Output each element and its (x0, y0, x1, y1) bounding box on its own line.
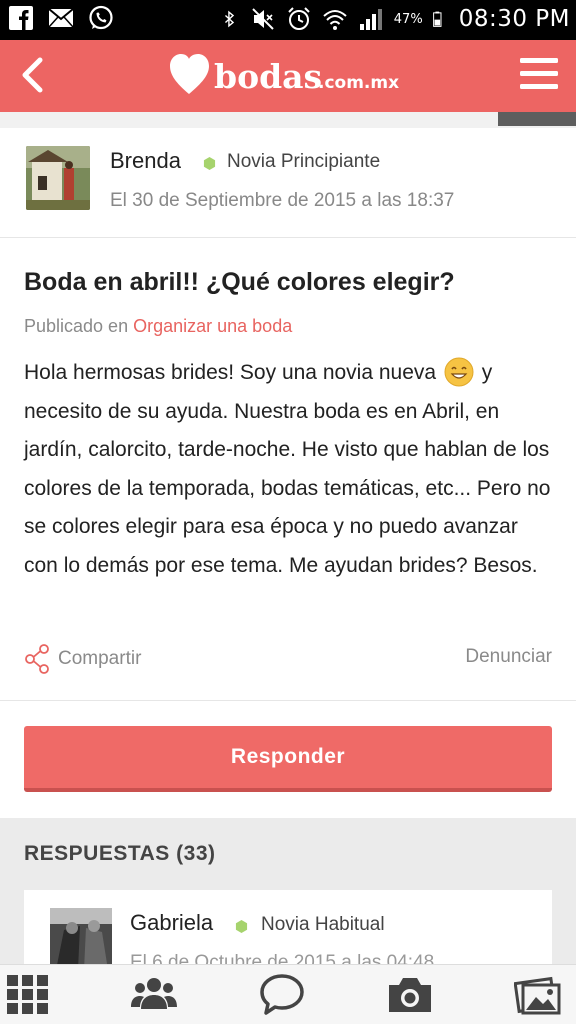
reply-card[interactable]: Gabriela Novia Habitual El 6 de Octubre … (24, 890, 552, 964)
share-label: Compartir (58, 648, 142, 669)
bodas-logo[interactable]: bodas .com.mx (168, 48, 418, 104)
post-body-part2: y necesito de su ayuda. Nuestra boda es … (24, 361, 551, 577)
battery-percent: 47% (393, 11, 423, 27)
battery-icon (432, 11, 442, 27)
rank-hex-icon (235, 920, 248, 933)
wifi-icon (323, 10, 347, 30)
divider (0, 700, 576, 701)
category-link[interactable]: Organizar una boda (133, 316, 292, 336)
mail-icon (48, 8, 74, 28)
author-rank: Novia Principiante (227, 151, 381, 172)
reply-author-rank: Novia Habitual (261, 914, 385, 935)
alarm-icon (288, 7, 310, 30)
signal-icon (359, 9, 382, 30)
nav-camera-button[interactable] (386, 971, 434, 1017)
clock: 08:30 PM (458, 6, 570, 32)
nav-chat-button[interactable] (258, 971, 306, 1017)
reply-date: El 6 de Octubre de 2015 a las 04:48 (130, 952, 435, 964)
post-title: Boda en abril!! ¿Qué colores elegir? (24, 268, 455, 296)
mute-icon (252, 8, 274, 30)
post-body: Hola hermosas brides! Soy una novia nuev… (24, 354, 554, 586)
grid-icon (7, 975, 48, 1014)
community-icon (131, 978, 177, 1009)
report-link[interactable]: Denunciar (465, 646, 552, 668)
post-body-part1: Hola hermosas brides! Soy una novia nuev… (24, 361, 437, 384)
facebook-icon (9, 6, 33, 30)
bluetooth-icon (224, 10, 234, 28)
nav-photos-button[interactable] (514, 971, 562, 1017)
post-card: Brenda Novia Principiante El 30 de Septi… (0, 128, 576, 700)
post-date: El 30 de Septiembre de 2015 a las 18:37 (110, 190, 455, 211)
share-button[interactable]: Compartir (24, 642, 141, 676)
status-bar: 47% 08:30 PM (0, 0, 576, 40)
avatar[interactable] (50, 908, 112, 964)
logo-text: bodas (214, 57, 322, 96)
post-author-row: Brenda Novia Principiante El 30 de Septi… (0, 128, 576, 238)
menu-button[interactable] (518, 54, 560, 94)
rank-hex-icon (203, 157, 216, 170)
logo-domain: .com.mx (318, 73, 399, 93)
heart-icon (170, 54, 209, 94)
notification-icons (8, 5, 114, 31)
author-name[interactable]: Brenda (110, 148, 181, 174)
hamburger-icon (520, 58, 558, 89)
reply-author-name[interactable]: Gabriela (130, 910, 213, 936)
chevron-left-icon (22, 57, 43, 93)
avatar[interactable] (26, 146, 90, 210)
nav-community-button[interactable] (130, 971, 178, 1017)
header-underbar (0, 112, 576, 128)
reply-button[interactable]: Responder (24, 726, 552, 792)
scroll-indicator (498, 112, 576, 126)
camera-icon (389, 978, 431, 1012)
responses-section: RESPUESTAS (33) Gabriela Novia Habitual … (0, 818, 576, 964)
happy-emoji-icon (444, 357, 474, 387)
published-in: Publicado en Organizar una boda (24, 316, 292, 337)
nav-grid-button[interactable] (4, 971, 52, 1017)
bottom-nav (0, 964, 576, 1024)
system-status: 47% 08:30 PM (222, 4, 570, 34)
responses-title: RESPUESTAS (33) (24, 842, 216, 865)
whatsapp-icon (89, 5, 113, 30)
chat-icon (260, 974, 304, 1015)
published-prefix: Publicado en (24, 316, 129, 336)
share-icon (25, 644, 49, 674)
photos-icon (514, 976, 561, 1015)
back-button[interactable] (12, 52, 58, 98)
app-header: bodas .com.mx (0, 40, 576, 112)
